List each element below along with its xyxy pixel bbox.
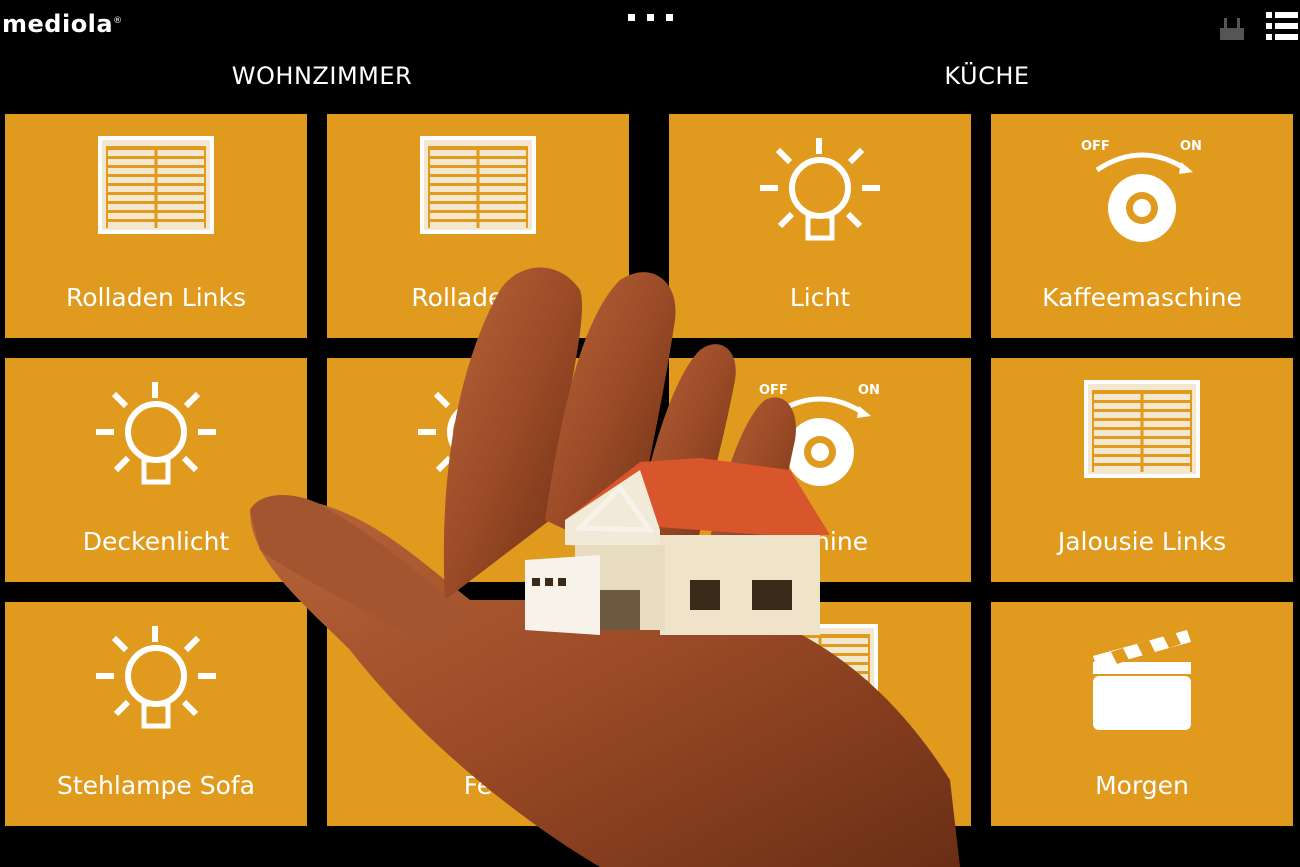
device-tile[interactable]: Stehlampe Sofa (5, 602, 307, 826)
page-indicator[interactable] (628, 14, 674, 22)
device-tile[interactable] (669, 602, 971, 826)
svg-text:ON: ON (1180, 139, 1202, 154)
clapperboard-icon (1093, 630, 1191, 730)
device-tile[interactable]: Deckenlicht (5, 358, 307, 582)
device-tile[interactable]: Stehl (327, 358, 629, 582)
device-tile-label: Rolladen R (411, 283, 545, 312)
device-tile[interactable]: Rolladen Links (5, 114, 307, 338)
device-tile-label: Fe (463, 771, 493, 800)
device-tile[interactable]: OFF ON aschine (669, 358, 971, 582)
page-dot (666, 14, 673, 21)
power-dial-icon: OFF ON (759, 383, 880, 486)
device-tile-label: Morgen (1095, 771, 1189, 800)
light-bulb-icon (96, 382, 216, 485)
page-dot (647, 14, 654, 21)
blind-icon (420, 624, 536, 722)
signal-icon[interactable] (1218, 10, 1246, 42)
device-tile-label: Rolladen Links (65, 283, 247, 312)
svg-text:ON: ON (858, 383, 880, 398)
device-tile-label: Kaffeemaschine (1042, 283, 1242, 312)
device-tile[interactable]: Morgen (991, 602, 1293, 826)
light-bulb-icon (760, 138, 880, 241)
device-tile[interactable]: OFF ON Kaffeemaschine (991, 114, 1293, 338)
device-tile[interactable]: Licht (669, 114, 971, 338)
blind-icon (98, 136, 214, 234)
power-dial-icon: OFF ON (1081, 139, 1202, 242)
light-bulb-icon (418, 382, 538, 485)
blind-icon (420, 136, 536, 234)
blind-icon (1084, 380, 1200, 478)
device-tile[interactable]: Jalousie Links (991, 358, 1293, 582)
device-tile[interactable]: Fe (327, 602, 629, 826)
device-tile[interactable]: Rolladen R (327, 114, 629, 338)
section-title-wohnzimmer: WOHNZIMMER (231, 62, 413, 90)
page-dot (628, 14, 635, 21)
top-bar: mediola® (0, 0, 1300, 50)
device-tile-label: Stehl (446, 527, 510, 556)
device-tile-label: Deckenlicht (82, 527, 230, 556)
svg-text:OFF: OFF (759, 383, 788, 398)
device-tile-label: Licht (789, 283, 851, 312)
menu-list-icon[interactable] (1266, 10, 1298, 42)
svg-text:OFF: OFF (1081, 139, 1110, 154)
mediola-logo: mediola® (2, 10, 123, 38)
blind-icon (762, 624, 878, 722)
light-bulb-icon (96, 626, 216, 729)
device-tile-label: Jalousie Links (1057, 527, 1227, 556)
section-title-kueche: KÜCHE (944, 62, 1030, 90)
device-tile-label: Stehlampe Sofa (57, 771, 255, 800)
device-tile-label: aschine (771, 527, 869, 556)
